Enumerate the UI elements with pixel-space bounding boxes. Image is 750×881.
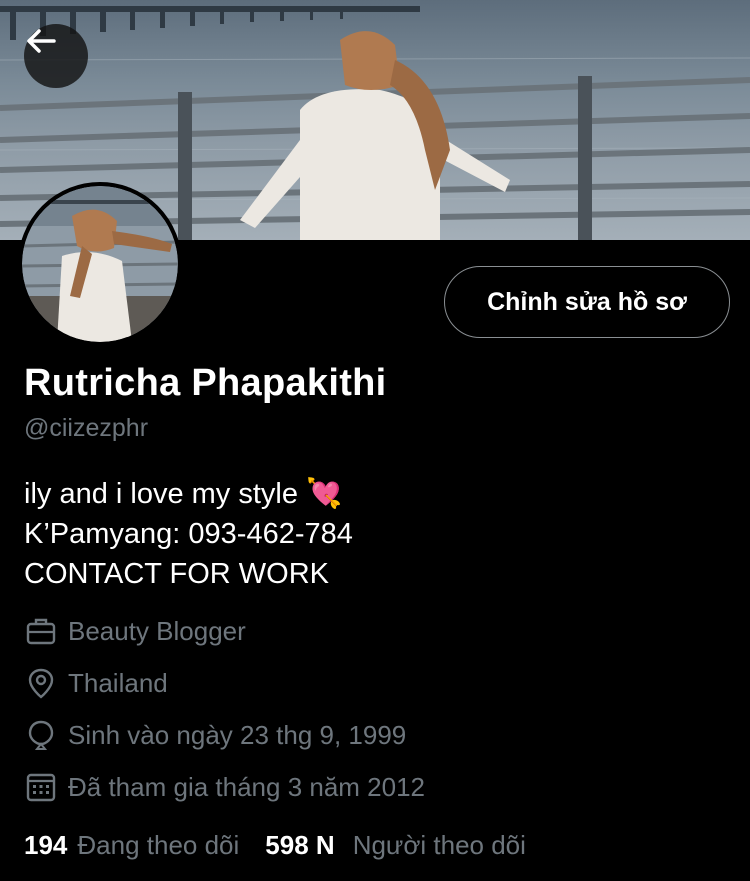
following-label: Đang theo dõi — [77, 830, 240, 860]
following-count: 194 — [24, 830, 68, 860]
bio-line: K’Pamyang: 093-462-784 — [24, 518, 353, 550]
bio-line: CONTACT FOR WORK — [24, 558, 330, 590]
meta-birthday: Sinh vào ngày 23 thg 9, 1999 — [24, 718, 406, 752]
followers-link[interactable]: 598 N Người theo dõi — [265, 830, 526, 861]
balloon-icon — [24, 718, 58, 752]
bio-line: ily and i love my style 💘 — [24, 478, 343, 510]
followers-label: Người theo dõi — [352, 830, 526, 860]
category-text: Beauty Blogger — [68, 615, 246, 646]
joined-text: Đã tham gia tháng 3 năm 2012 — [68, 771, 426, 802]
birthday-text: Sinh vào ngày 23 thg 9, 1999 — [68, 719, 407, 750]
briefcase-icon — [24, 614, 58, 648]
user-handle: @ciizezphr — [24, 414, 149, 442]
display-name: Rutricha Phapakithi — [24, 362, 387, 404]
calendar-icon — [24, 770, 58, 804]
meta-location: Thailand — [24, 666, 168, 700]
avatar-image — [22, 186, 178, 342]
follow-stats: 194 Đang theo dõi 598 N Người theo dõi — [24, 830, 526, 861]
following-link[interactable]: 194 Đang theo dõi — [24, 830, 239, 861]
back-button[interactable] — [24, 24, 88, 88]
edit-profile-button[interactable]: Chỉnh sửa hồ sơ — [444, 266, 730, 338]
meta-joined: Đã tham gia tháng 3 năm 2012 — [24, 770, 425, 804]
location-pin-icon — [24, 666, 58, 700]
location-text: Thailand — [68, 667, 168, 698]
arrow-left-icon — [27, 29, 56, 53]
avatar[interactable] — [18, 182, 182, 346]
bio: ily and i love my style 💘 K’Pamyang: 093… — [24, 474, 353, 594]
meta-category: Beauty Blogger — [24, 614, 246, 648]
followers-count: 598 N — [265, 830, 335, 860]
